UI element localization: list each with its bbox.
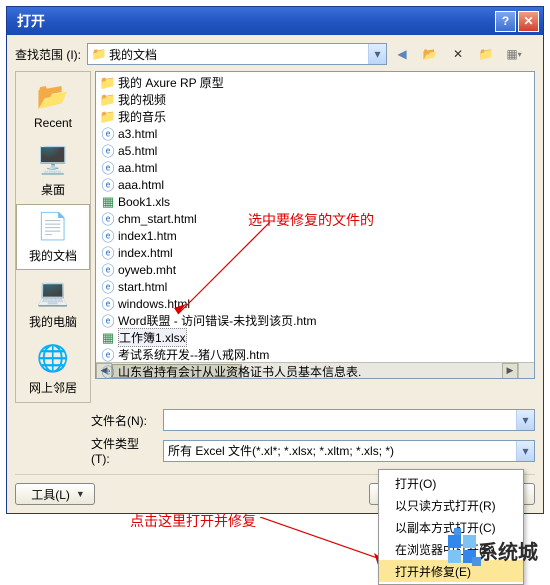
filetype-combo[interactable]: 所有 Excel 文件(*.xl*; *.xlsx; *.xltm; *.xls… <box>163 440 535 462</box>
list-item[interactable]: ⓔstart.html <box>98 278 532 295</box>
html-icon: ⓔ <box>100 228 116 244</box>
sidebar-item-desktop[interactable]: 🖥️ 桌面 <box>16 138 90 204</box>
lookin-combo[interactable]: 📁 我的文档 ▾ <box>87 43 387 65</box>
menu-open-readonly[interactable]: 以只读方式打开(R) <box>379 494 523 516</box>
html-icon: ⓔ <box>100 160 116 176</box>
chevron-down-icon: ▼ <box>76 489 85 499</box>
help-button[interactable]: ? <box>495 11 516 32</box>
annotation-click-repair: 点击这里打开并修复 <box>130 511 256 531</box>
recent-icon: 📂 <box>37 80 69 112</box>
sidebar-item-computer[interactable]: 💻 我的电脑 <box>16 270 90 336</box>
list-item[interactable]: ⓔwindows.html <box>98 295 532 312</box>
html-icon: ⓔ <box>100 347 116 363</box>
list-item[interactable]: ⓔaa.html <box>98 159 532 176</box>
filename-input[interactable]: ▾ <box>163 409 535 431</box>
open-dialog: 打开 ? ✕ 查找范围 (I): 📁 我的文档 ▾ ◀ 📂 ✕ 📁 ▦▾ <box>6 6 544 514</box>
html-icon: ⓔ <box>100 364 116 380</box>
folder-icon: 📁 <box>100 75 116 91</box>
html-icon: ⓔ <box>100 313 116 329</box>
sidebar-item-label: 我的电脑 <box>29 313 77 330</box>
places-sidebar: 📂 Recent 🖥️ 桌面 📄 我的文档 💻 我的电脑 🌐 网上 <box>15 71 91 403</box>
chevron-down-icon[interactable]: ▾ <box>516 410 534 430</box>
list-item[interactable]: ⓔ山东省持有会计从业资格证书人员基本信息表. <box>98 363 532 379</box>
menu-open-copy[interactable]: 以副本方式打开(C) <box>379 516 523 538</box>
menu-open[interactable]: 打开(O) <box>379 472 523 494</box>
html-icon: ⓔ <box>100 262 116 278</box>
new-folder-icon[interactable]: 📁 <box>477 45 495 63</box>
filename-label: 文件名(N): <box>91 412 157 429</box>
views-icon[interactable]: ▦▾ <box>505 45 523 63</box>
sidebar-item-documents[interactable]: 📄 我的文档 <box>16 204 90 270</box>
chevron-down-icon[interactable]: ▾ <box>516 441 534 461</box>
chevron-down-icon[interactable]: ▾ <box>368 44 386 64</box>
folder-icon: 📁 <box>100 92 116 108</box>
network-icon: 🌐 <box>37 343 69 375</box>
sidebar-item-network[interactable]: 🌐 网上邻居 <box>16 336 90 402</box>
list-item[interactable]: 📁我的 Axure RP 原型 <box>98 74 532 91</box>
back-icon[interactable]: ◀ <box>393 45 411 63</box>
list-item[interactable]: ⓔa3.html <box>98 125 532 142</box>
file-list[interactable]: 📁我的 Axure RP 原型 📁我的视频 📁我的音乐 ⓔa3.html ⓔa5… <box>95 71 535 379</box>
list-item[interactable]: ▦Book1.xls <box>98 193 532 210</box>
list-item[interactable]: ⓔa5.html <box>98 142 532 159</box>
list-item[interactable]: 📁我的视频 <box>98 91 532 108</box>
sidebar-item-label: 网上邻居 <box>29 379 77 396</box>
excel-icon: ▦ <box>100 330 116 346</box>
list-item[interactable]: ⓔaaa.html <box>98 176 532 193</box>
folder-icon: 📁 <box>100 109 116 125</box>
tools-button[interactable]: 工具(L)▼ <box>15 483 95 505</box>
list-item[interactable]: ⓔindex.html <box>98 244 532 261</box>
html-icon: ⓔ <box>100 143 116 159</box>
documents-icon: 📄 <box>37 211 69 243</box>
open-dropdown-menu: 打开(O) 以只读方式打开(R) 以副本方式打开(C) 在浏览器中打开(B) 打… <box>378 469 524 585</box>
html-icon: ⓔ <box>100 177 116 193</box>
list-item-selected[interactable]: ▦工作簿1.xlsx <box>98 329 532 346</box>
menu-open-browser[interactable]: 在浏览器中打开(B) <box>379 538 523 560</box>
up-icon[interactable]: 📂 <box>421 45 439 63</box>
delete-icon[interactable]: ✕ <box>449 45 467 63</box>
html-icon: ⓔ <box>100 211 116 227</box>
list-item[interactable]: ⓔoyweb.mht <box>98 261 532 278</box>
list-item[interactable]: ⓔWord联盟 - 访问错误-未找到该页.htm <box>98 312 532 329</box>
list-item[interactable]: ⓔindex1.htm <box>98 227 532 244</box>
desktop-icon: 🖥️ <box>37 145 69 177</box>
dialog-title: 打开 <box>17 11 45 31</box>
sidebar-item-label: 桌面 <box>41 181 65 198</box>
html-icon: ⓔ <box>100 296 116 312</box>
filetype-label: 文件类型(T): <box>91 435 157 466</box>
list-item[interactable]: ⓔchm_start.html <box>98 210 532 227</box>
html-icon: ⓔ <box>100 126 116 142</box>
computer-icon: 💻 <box>37 277 69 309</box>
excel-icon: ▦ <box>100 194 116 210</box>
html-icon: ⓔ <box>100 279 116 295</box>
list-item[interactable]: 📁我的音乐 <box>98 108 532 125</box>
sidebar-item-recent[interactable]: 📂 Recent <box>16 72 90 138</box>
titlebar: 打开 ? ✕ <box>7 7 543 35</box>
close-button[interactable]: ✕ <box>518 11 539 32</box>
lookin-value: 我的文档 <box>109 46 157 63</box>
sidebar-item-label: 我的文档 <box>29 247 77 264</box>
sidebar-item-label: Recent <box>34 116 72 130</box>
list-item[interactable]: ⓔ考试系统开发--猪八戒网.htm <box>98 346 532 363</box>
html-icon: ⓔ <box>100 245 116 261</box>
folder-icon: 📁 <box>92 47 106 61</box>
lookin-label: 查找范围 (I): <box>15 46 81 63</box>
